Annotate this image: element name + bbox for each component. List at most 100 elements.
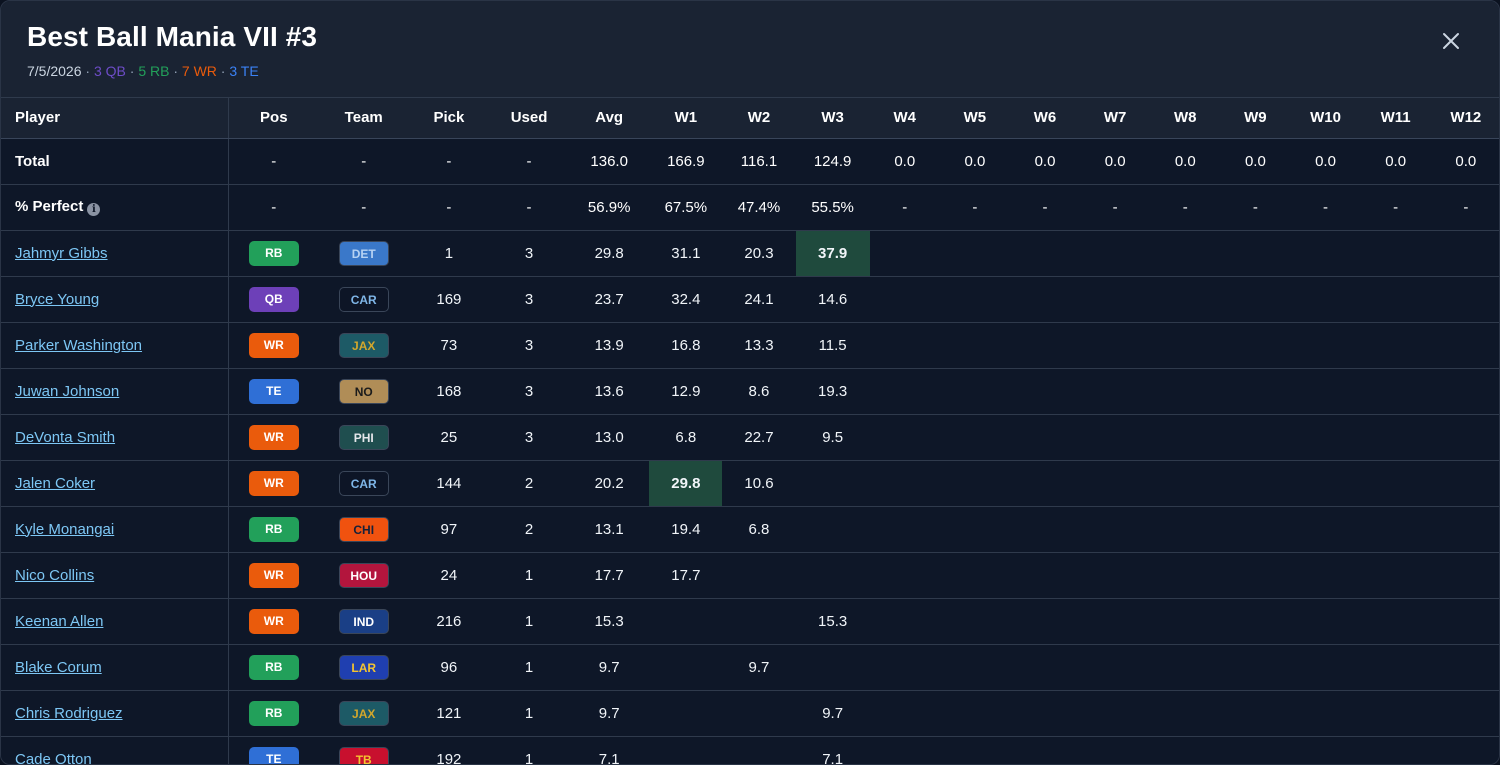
- week-5-cell: [939, 736, 1010, 764]
- column-header-w5[interactable]: W5: [939, 98, 1010, 139]
- week-4-cell: [869, 276, 940, 323]
- week-3-cell: 9.5: [795, 414, 870, 461]
- pos-cell: RB: [228, 506, 319, 553]
- player-link[interactable]: Kyle Monangai: [15, 521, 114, 538]
- column-header-avg[interactable]: Avg: [569, 98, 650, 139]
- week-5-cell: [939, 414, 1010, 461]
- player-link[interactable]: Keenan Allen: [15, 613, 103, 630]
- pick-cell: 73: [408, 322, 489, 369]
- separator: ·: [129, 63, 135, 79]
- column-header-team[interactable]: Team: [318, 98, 409, 139]
- total-pick: -: [408, 138, 489, 185]
- week-6-cell: [1009, 644, 1081, 691]
- column-header-w11[interactable]: W11: [1360, 98, 1431, 139]
- week-7-cell: [1080, 230, 1151, 277]
- used-cell: 3: [488, 414, 570, 461]
- week-12-cell: [1430, 368, 1499, 415]
- week-11-cell: [1360, 414, 1431, 461]
- total-w5: 0.0: [939, 138, 1010, 185]
- player-link[interactable]: Nico Collins: [15, 567, 94, 584]
- total-w3: 124.9: [795, 138, 870, 185]
- column-header-player[interactable]: Player: [1, 98, 229, 139]
- week-11-cell: [1360, 460, 1431, 507]
- player-row: Chris Rodriguez RB JAX 121 1 9.7 9.7: [1, 690, 1499, 737]
- week-12-cell: [1430, 460, 1499, 507]
- team-cell: CAR: [318, 460, 409, 507]
- player-name-cell: Juwan Johnson: [1, 368, 229, 415]
- player-name-cell: Jalen Coker: [1, 460, 229, 507]
- perfect-w7: -: [1080, 184, 1151, 231]
- week-12-cell: [1430, 506, 1499, 553]
- week-8-cell: [1150, 690, 1221, 737]
- rb-count: 5 RB: [138, 63, 170, 79]
- pick-cell: 192: [408, 736, 489, 764]
- pos-cell: QB: [228, 276, 319, 323]
- perfect-avg: 56.9%: [569, 184, 650, 231]
- player-link[interactable]: Bryce Young: [15, 291, 99, 308]
- team-badge: CAR: [338, 470, 389, 496]
- column-header-used[interactable]: Used: [488, 98, 570, 139]
- player-link[interactable]: Juwan Johnson: [15, 383, 119, 400]
- week-8-cell: [1150, 552, 1221, 599]
- player-link[interactable]: DeVonta Smith: [15, 429, 115, 446]
- column-header-w4[interactable]: W4: [869, 98, 940, 139]
- pos-cell: WR: [228, 460, 319, 507]
- perfect-pos: -: [228, 184, 319, 231]
- week-5-cell: [939, 552, 1010, 599]
- week-2-cell: 8.6: [722, 368, 796, 415]
- column-header-w2[interactable]: W2: [722, 98, 796, 139]
- column-header-w10[interactable]: W10: [1290, 98, 1361, 139]
- week-9-cell: [1220, 552, 1291, 599]
- player-name-cell: Cade Otton: [1, 736, 229, 765]
- perfect-w10: -: [1290, 184, 1361, 231]
- perfect-row: % Perfect i - - - - 56.9% 67.5% 47.4% 55.…: [1, 184, 1499, 231]
- column-header-pick[interactable]: Pick: [408, 98, 489, 139]
- avg-cell: 17.7: [569, 552, 650, 599]
- column-header-w8[interactable]: W8: [1150, 98, 1221, 139]
- column-header-w12[interactable]: W12: [1430, 98, 1499, 139]
- player-link[interactable]: Parker Washington: [15, 337, 142, 354]
- week-12-cell: [1430, 414, 1499, 461]
- player-link[interactable]: Jahmyr Gibbs: [15, 245, 108, 262]
- column-header-w9[interactable]: W9: [1220, 98, 1291, 139]
- position-badge: QB: [248, 286, 299, 312]
- column-header-pos[interactable]: Pos: [228, 98, 319, 139]
- player-link[interactable]: Cade Otton: [15, 751, 92, 765]
- player-name-cell: Bryce Young: [1, 276, 229, 323]
- week-6-cell: [1009, 460, 1081, 507]
- total-w8: 0.0: [1150, 138, 1221, 185]
- week-5-cell: [939, 322, 1010, 369]
- column-header-w3[interactable]: W3: [795, 98, 870, 139]
- player-row: Parker Washington WR JAX 73 3 13.9 16.8 13.3 11.…: [1, 322, 1499, 369]
- player-link[interactable]: Jalen Coker: [15, 475, 95, 492]
- used-cell: 1: [488, 736, 570, 764]
- week-7-cell: [1080, 322, 1151, 369]
- column-header-w7[interactable]: W7: [1080, 98, 1151, 139]
- week-4-cell: [869, 552, 940, 599]
- total-w12: 0.0: [1430, 138, 1499, 185]
- perfect-label: % Perfect: [15, 198, 84, 215]
- week-1-cell: 6.8: [649, 414, 723, 461]
- player-name-cell: Chris Rodriguez: [1, 690, 229, 737]
- week-10-cell: [1290, 460, 1361, 507]
- team-badge: LAR: [338, 654, 389, 680]
- avg-cell: 13.6: [569, 368, 650, 415]
- player-link[interactable]: Chris Rodriguez: [15, 705, 123, 722]
- avg-cell: 13.1: [569, 506, 650, 553]
- info-icon[interactable]: i: [87, 203, 101, 216]
- column-header-w6[interactable]: W6: [1009, 98, 1081, 139]
- team-badge: JAX: [338, 332, 389, 358]
- player-link[interactable]: Blake Corum: [15, 659, 102, 676]
- close-button[interactable]: [1439, 29, 1463, 53]
- week-6-cell: [1009, 230, 1081, 277]
- position-badge: RB: [248, 700, 299, 726]
- week-9-cell: [1220, 736, 1291, 764]
- week-7-cell: [1080, 552, 1151, 599]
- pos-cell: WR: [228, 414, 319, 461]
- perfect-w12: -: [1430, 184, 1499, 231]
- week-4-cell: [869, 644, 940, 691]
- week-8-cell: [1150, 598, 1221, 645]
- team-badge: HOU: [338, 562, 389, 588]
- pick-cell: 24: [408, 552, 489, 599]
- column-header-w1[interactable]: W1: [649, 98, 723, 139]
